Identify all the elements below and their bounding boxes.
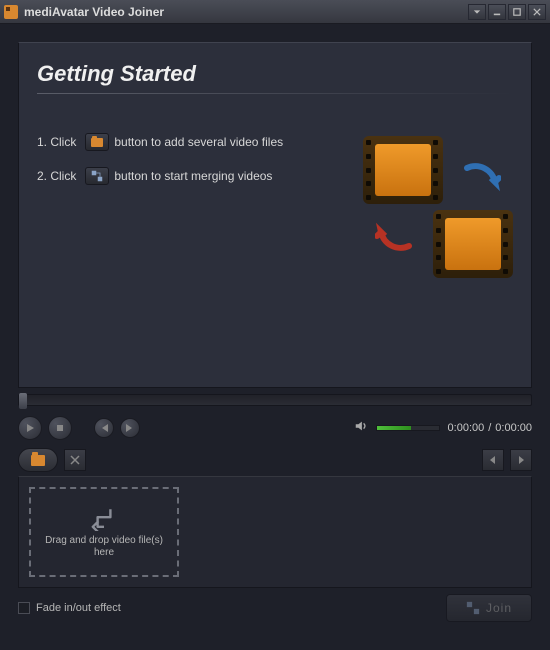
fade-checkbox[interactable] — [18, 602, 30, 614]
seek-bar[interactable] — [18, 394, 532, 406]
maximize-button[interactable] — [508, 4, 526, 20]
minimize-button[interactable] — [488, 4, 506, 20]
step-1: 1. Click button to add several video fil… — [37, 132, 363, 152]
nav-right-button[interactable] — [510, 449, 532, 471]
fade-label: Fade in/out effect — [36, 602, 121, 614]
arrow-blue-icon — [461, 160, 501, 200]
time-current: 0:00:00 — [448, 422, 485, 434]
seek-thumb[interactable] — [19, 393, 27, 409]
getting-started-heading: Getting Started — [37, 61, 513, 87]
dropzone-text: Drag and drop video file(s) here — [31, 535, 177, 559]
title-bar: mediAvatar Video Joiner — [0, 0, 550, 24]
player-controls: 0:00:00 / 0:00:00 — [18, 416, 532, 440]
list-toolbar — [18, 448, 532, 472]
film-icon — [363, 136, 443, 204]
merge-icon — [85, 167, 109, 185]
remove-button[interactable] — [64, 449, 86, 471]
film-icon — [433, 210, 513, 278]
volume-slider[interactable] — [376, 425, 440, 431]
join-button[interactable]: Join — [446, 594, 532, 622]
drop-arrow-icon — [88, 505, 120, 531]
add-files-icon — [85, 133, 109, 151]
volume-fill — [377, 426, 411, 430]
divider — [37, 93, 513, 94]
join-icon — [466, 601, 480, 615]
step-2: 2. Click button to start merging videos — [37, 166, 363, 186]
file-list[interactable]: Drag and drop video file(s) here — [18, 476, 532, 588]
nav-left-button[interactable] — [482, 449, 504, 471]
window-title: mediAvatar Video Joiner — [24, 5, 466, 19]
next-button[interactable] — [120, 418, 140, 438]
close-button[interactable] — [528, 4, 546, 20]
volume-icon[interactable] — [354, 419, 368, 438]
bottom-bar: Fade in/out effect Join — [18, 594, 532, 622]
preview-panel: Getting Started 1. Click button to add s… — [18, 42, 532, 388]
stop-button[interactable] — [48, 416, 72, 440]
time-sep: / — [488, 422, 491, 434]
dropdown-button[interactable] — [468, 4, 486, 20]
getting-started-steps: 1. Click button to add several video fil… — [37, 132, 363, 282]
app-icon — [4, 5, 18, 19]
dropzone[interactable]: Drag and drop video file(s) here — [29, 487, 179, 577]
arrow-red-icon — [375, 214, 415, 254]
add-files-button[interactable] — [18, 448, 58, 472]
play-button[interactable] — [18, 416, 42, 440]
time-total: 0:00:00 — [495, 422, 532, 434]
illustration — [363, 132, 513, 282]
prev-button[interactable] — [94, 418, 114, 438]
